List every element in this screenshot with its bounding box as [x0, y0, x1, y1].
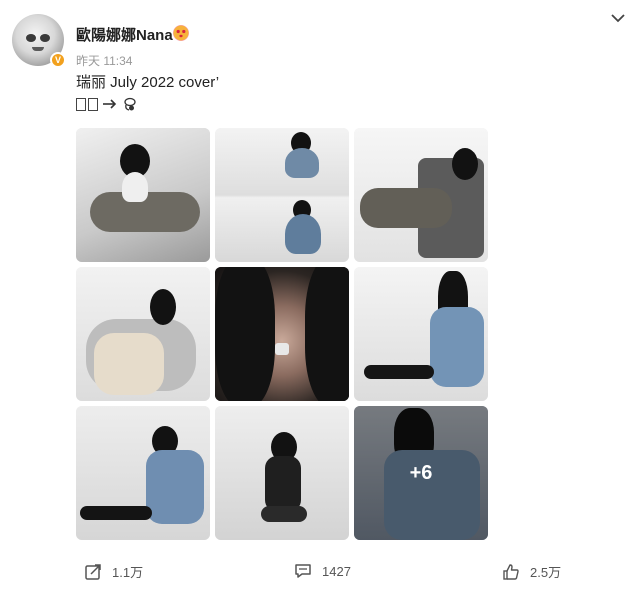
kiss-face-emoji-icon	[173, 25, 189, 41]
action-bar: 1.1万 1427 2.5万	[0, 556, 640, 586]
avatar-eye-left	[26, 34, 36, 42]
arrow-right-icon	[103, 99, 117, 109]
post-text: 瑞丽 July 2022 cover’	[76, 74, 220, 91]
avatar-mouth	[32, 47, 44, 51]
avatar-eye-right	[40, 34, 50, 42]
share-icon	[85, 563, 101, 580]
emoji-line	[76, 95, 138, 113]
like-button[interactable]: 2.5万	[502, 562, 561, 581]
post-timestamp: 昨天 11:34	[76, 54, 133, 68]
share-count: 1.1万	[112, 565, 144, 580]
chevron-down-icon[interactable]	[610, 12, 626, 24]
missing-glyph-icon	[88, 97, 98, 111]
photo-thumbnail-5[interactable]	[215, 267, 349, 401]
photo-thumbnail-7[interactable]	[76, 406, 210, 540]
comment-count: 1427	[322, 563, 351, 579]
photo-thumbnail-2[interactable]	[215, 128, 349, 262]
photo-thumbnail-4[interactable]	[76, 267, 210, 401]
like-count: 2.5万	[530, 565, 562, 580]
photo-thumbnail-1[interactable]	[76, 128, 210, 262]
photo-thumbnail-more[interactable]: +6	[354, 406, 488, 540]
username[interactable]: 歐陽娜娜Nana	[76, 24, 173, 45]
lasso-emoji-icon	[124, 97, 136, 111]
photo-thumbnail-6[interactable]	[354, 267, 488, 401]
photo-thumbnail-8[interactable]	[215, 406, 349, 540]
kiss-face-emoji-icon-svg	[173, 25, 189, 41]
comment-button[interactable]: 1427	[294, 562, 351, 580]
photo-grid: +6	[76, 128, 488, 540]
photo-thumbnail-3[interactable]	[354, 128, 488, 262]
verified-v-icon: V	[50, 52, 66, 68]
thumb-up-icon	[503, 563, 519, 580]
comment-icon	[295, 564, 311, 578]
more-photos-count: +6	[409, 461, 433, 484]
share-button[interactable]: 1.1万	[84, 562, 143, 581]
more-photos-overlay[interactable]: +6	[354, 406, 488, 540]
missing-glyph-icon	[76, 97, 86, 111]
